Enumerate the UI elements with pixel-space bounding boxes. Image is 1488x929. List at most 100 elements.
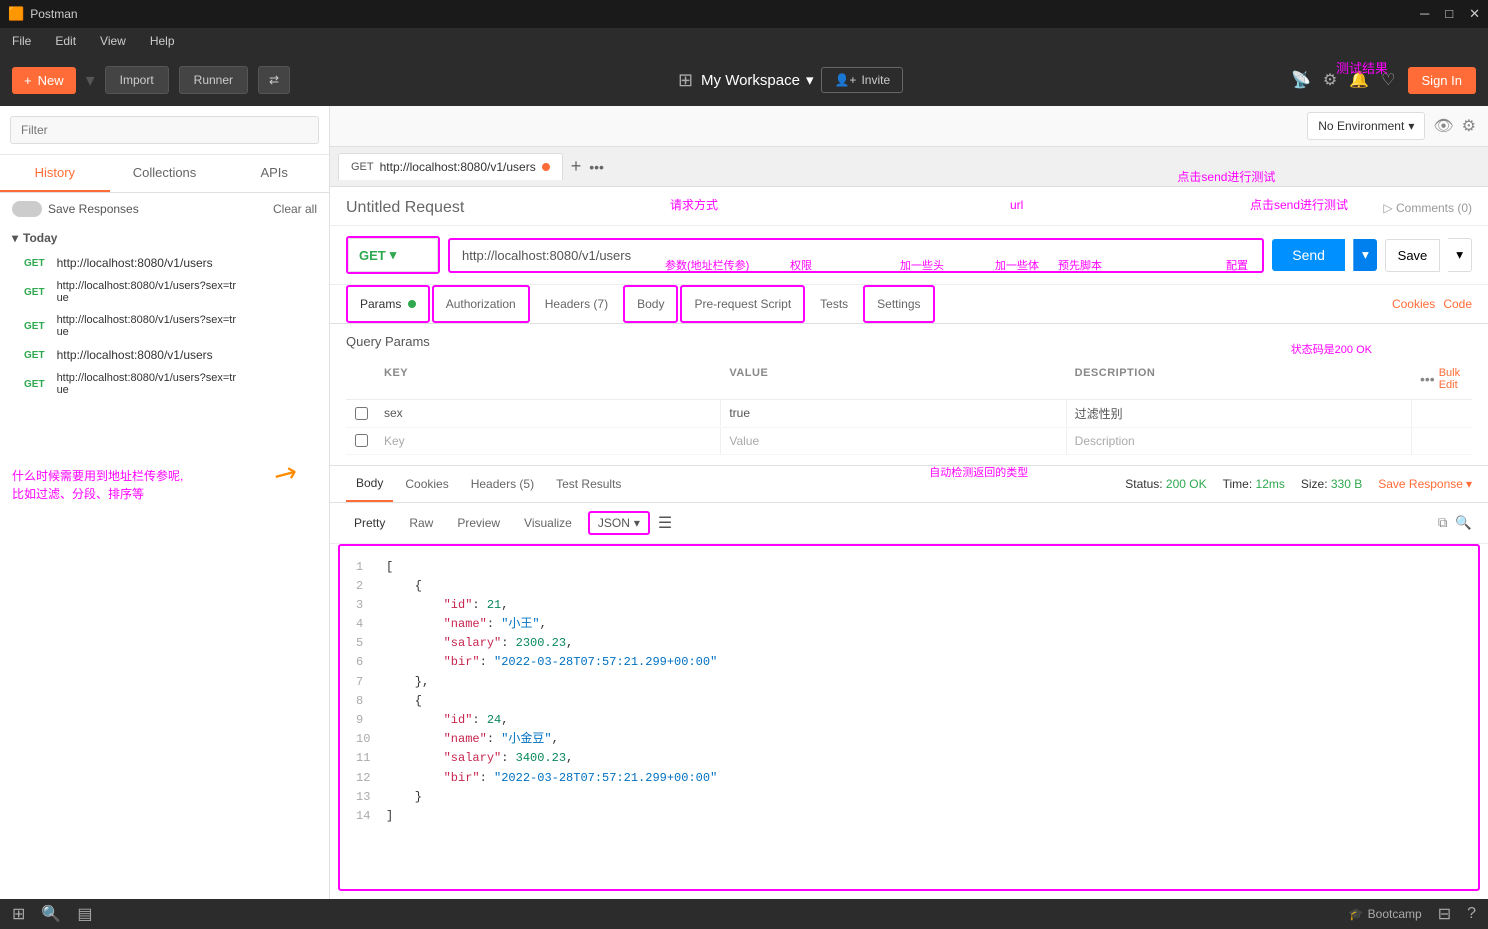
tab-prerequest[interactable]: Pre-request Script [680,285,805,323]
key-input-2[interactable] [384,434,712,448]
request-url: http://localhost:8080/v1/users?sex=true [57,372,236,396]
method-badge: GET [20,378,49,391]
tab-headers[interactable]: Headers (7) [532,286,621,322]
close-btn[interactable]: ✕ [1469,6,1480,22]
satellite-icon[interactable]: 📡 [1291,70,1311,90]
invite-icon: 👤+ [834,73,856,87]
new-dropdown-icon[interactable]: ▾ [86,70,95,91]
send-button[interactable]: Send [1272,239,1345,271]
format-type-selector[interactable]: JSON ▾ [588,511,650,535]
req-comments: ▷ Comments (0) [1383,201,1472,215]
toolbar: + New ▾ Import Runner ⇄ ⊞ My Workspace ▾… [0,54,1488,106]
tab-apis[interactable]: APIs [219,155,329,192]
workspace-button[interactable]: My Workspace ▾ [701,71,813,89]
bootcamp-link[interactable]: 🎓 Bootcamp [1349,907,1422,921]
key-input[interactable] [384,406,712,420]
tab-authorization[interactable]: Authorization [432,285,530,323]
list-item[interactable]: GET http://localhost:8080/v1/users?sex=t… [12,275,317,309]
tab-body[interactable]: Body [623,285,678,323]
window-controls: ─ □ ✕ [1420,6,1480,22]
menu-file[interactable]: File [8,32,35,50]
json-line-3: 3 "id": 21, [356,596,1462,615]
clear-all-button[interactable]: Clear all [273,202,317,216]
format-preview[interactable]: Preview [449,512,508,534]
list-item[interactable]: GET http://localhost:8080/v1/users?sex=t… [12,309,317,343]
row2-checkbox[interactable] [355,434,368,447]
pane-layout-icon[interactable]: ⊟ [1438,904,1451,924]
bulk-edit-area: ••• Bulk Edit [1412,363,1472,395]
help-icon[interactable]: ? [1467,905,1476,923]
row1-checkbox[interactable] [355,407,368,420]
list-item[interactable]: GET http://localhost:8080/v1/users?sex=t… [12,367,317,401]
method-select[interactable]: GET ▾ [348,238,438,272]
format-visualize[interactable]: Visualize [516,512,580,534]
response-time: Time: 12ms [1223,477,1285,491]
save-responses-toggle-btn[interactable] [12,201,42,217]
method-select-wrapper: GET ▾ [346,236,440,274]
desc-input-2[interactable] [1075,434,1403,448]
format-type-value: JSON [598,516,630,530]
search-status-icon[interactable]: 🔍 [41,904,61,924]
eye-icon[interactable]: 👁 [1433,116,1453,136]
request-area: 添加一个测试 No Environment ▾ 👁 ⚙ GET http://l… [330,106,1488,899]
sidebar-group-today: ▾ Today [12,231,317,245]
code-link[interactable]: Code [1443,297,1472,311]
send-dropdown-button[interactable]: ▾ [1353,239,1377,271]
copy-icon[interactable]: ⧉ [1438,515,1448,531]
save-response-button[interactable]: Save Response ▾ [1378,477,1472,491]
layout-icon[interactable]: ⊞ [12,904,25,924]
search-icon[interactable]: 🔍 [1455,515,1472,531]
filter-input[interactable] [10,116,319,144]
list-item[interactable]: GET http://localhost:8080/v1/users [12,251,317,275]
request-url: http://localhost:8080/v1/users [57,348,213,362]
sign-in-button[interactable]: Sign In [1408,67,1476,94]
format-pretty[interactable]: Pretty [346,512,393,534]
tabs-bar: GET http://localhost:8080/v1/users + ••• [330,147,1488,187]
annotation-params: 参数(地址栏传参) [665,257,749,273]
value-input-2[interactable] [729,434,1057,448]
menu-help[interactable]: Help [146,32,179,50]
sync-button[interactable]: ⇄ [258,66,290,94]
tab-params[interactable]: Params [346,285,430,323]
env-settings-icon[interactable]: ⚙ [1462,116,1476,136]
bulk-edit-btn[interactable]: Bulk Edit [1439,367,1464,391]
param-checkbox-2[interactable] [346,428,376,453]
list-item[interactable]: GET http://localhost:8080/v1/users [12,343,317,367]
resp-tab-cookies[interactable]: Cookies [395,467,458,501]
resp-tab-headers[interactable]: Headers (5) [461,467,544,501]
tab-settings[interactable]: Settings [863,285,934,323]
save-button[interactable]: Save [1385,239,1441,272]
url-input[interactable] [450,240,1262,271]
env-selector[interactable]: No Environment ▾ [1307,112,1425,140]
new-button[interactable]: + New [12,67,76,94]
tab-collections[interactable]: Collections [110,155,220,192]
annotation-click-send: 点击send进行测试 [1177,168,1275,185]
tab-tests[interactable]: Tests [807,286,861,322]
resp-tab-test-results[interactable]: Test Results [546,467,631,501]
save-dropdown-button[interactable]: ▾ [1448,238,1472,272]
indent-icon[interactable]: ☰ [658,513,672,533]
status-ok-value: 200 OK [1166,477,1207,491]
statusbar-left: ⊞ 🔍 ▤ [12,904,92,924]
request-tab[interactable]: GET http://localhost:8080/v1/users [338,153,563,180]
minimize-btn[interactable]: ─ [1420,6,1429,22]
format-type-dropdown: ▾ [634,516,640,530]
add-tab-button[interactable]: + [567,156,586,177]
menu-view[interactable]: View [96,32,130,50]
invite-button[interactable]: 👤+ Invite [821,67,903,93]
runner-button[interactable]: Runner [179,66,248,94]
maximize-btn[interactable]: □ [1445,6,1453,22]
cookies-link[interactable]: Cookies [1392,297,1435,311]
param-checkbox[interactable] [346,401,376,426]
resp-tab-body[interactable]: Body [346,466,393,502]
format-raw[interactable]: Raw [401,512,441,534]
tab-history[interactable]: History [0,155,110,192]
menu-edit[interactable]: Edit [51,32,80,50]
console-icon[interactable]: ▤ [77,904,92,924]
value-input[interactable] [729,406,1057,420]
annotation-auth: 权限 [790,257,812,273]
import-button[interactable]: Import [105,66,169,94]
more-tabs-button[interactable]: ••• [589,159,604,175]
desc-input[interactable] [1075,406,1403,420]
sidebar-history-group: ▾ Today GET http://localhost:8080/v1/use… [0,225,329,407]
